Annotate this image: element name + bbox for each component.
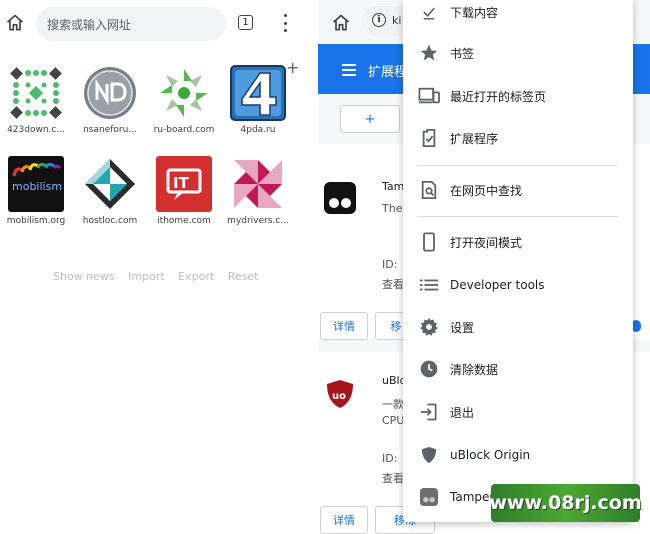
clock-icon xyxy=(420,360,438,378)
info-icon[interactable]: i xyxy=(372,13,386,27)
menu-item-night-mode[interactable]: 打开夜间模式 xyxy=(403,224,633,260)
4pda-logo xyxy=(230,65,286,121)
check-icon xyxy=(423,7,435,20)
speed-dial-tile[interactable]: ru-board.com xyxy=(148,65,220,135)
menu-item-label: 在网页中查找 xyxy=(450,183,523,198)
new-tab-page: 搜索或输入网址 1 423down.c... nsaneforu... ru-b… xyxy=(0,0,318,532)
ublock-origin-icon: uo xyxy=(327,380,353,408)
overflow-menu-button[interactable] xyxy=(279,12,291,34)
hamburger-menu-icon[interactable] xyxy=(342,64,356,79)
extension-description: The xyxy=(382,202,403,215)
speed-dial-tile[interactable]: nsaneforu... xyxy=(74,65,146,135)
view-label[interactable]: 查看 xyxy=(382,470,404,486)
menu-item-exit[interactable]: 退出 xyxy=(403,394,633,430)
home-button[interactable] xyxy=(2,10,28,36)
menu-item-label: 设置 xyxy=(450,320,475,335)
tile-label: mydrivers.c... xyxy=(227,216,289,226)
menu-item-downloads[interactable]: 下载内容 xyxy=(403,0,633,30)
speed-dial-tile[interactable]: IT ithome.com xyxy=(148,156,220,226)
svg-text:IT: IT xyxy=(173,174,190,192)
details-button[interactable]: 详情 xyxy=(320,506,368,534)
speed-dial-tile[interactable]: hostloc.com xyxy=(74,156,146,226)
watermark-text: www.08rj.com xyxy=(489,492,642,514)
list-icon xyxy=(419,279,439,291)
add-tile-button[interactable]: + xyxy=(286,58,299,77)
menu-item-recent-tabs[interactable]: 最近打开的标签页 xyxy=(403,78,633,114)
show-news-link[interactable]: Show news xyxy=(53,270,115,283)
menu-item-extensions[interactable]: 扩展程序 xyxy=(403,120,633,156)
extension-name: Tam xyxy=(382,180,405,193)
423down-logo xyxy=(8,65,64,121)
view-label[interactable]: 查看 xyxy=(382,276,404,292)
mydrivers-logo xyxy=(230,156,286,212)
menu-item-label: uBlock Origin xyxy=(450,448,531,462)
import-link[interactable]: Import xyxy=(128,270,165,283)
extension-description: 一款 xyxy=(382,398,404,411)
reset-link[interactable]: Reset xyxy=(228,270,259,283)
browser-overflow-menu: 下载内容 书签 最近打开的标签页 扩展程序 在网页中查找 打开夜间模式 Deve… xyxy=(403,0,633,522)
tile-label: nsaneforu... xyxy=(83,125,137,135)
tampermonkey-icon xyxy=(324,182,356,214)
menu-item-label: 清除数据 xyxy=(450,362,499,377)
tampermonkey-icon xyxy=(420,488,438,506)
devices-icon xyxy=(418,87,440,104)
extension-id-label: ID: xyxy=(382,258,398,271)
menu-item-label: 退出 xyxy=(450,405,475,420)
gear-icon xyxy=(420,317,438,336)
nsane-logo xyxy=(82,65,138,121)
menu-item-developer-tools[interactable]: Developer tools xyxy=(403,267,633,303)
address-bar-placeholder: 搜索或输入网址 xyxy=(47,18,132,32)
tile-label: ru-board.com xyxy=(153,125,215,135)
tile-label: ithome.com xyxy=(157,216,211,226)
menu-item-find-in-page[interactable]: 在网页中查找 xyxy=(403,172,633,208)
extensions-title: 扩展程 xyxy=(368,65,408,80)
shield-icon xyxy=(421,447,437,463)
menu-item-ublock-origin[interactable]: uBlock Origin xyxy=(403,437,633,473)
speed-dial-tile[interactable]: mobilism mobilism.org xyxy=(0,156,72,226)
menu-item-label: 最近打开的标签页 xyxy=(450,89,547,104)
address-bar-url: ki xyxy=(392,14,402,27)
export-link[interactable]: Export xyxy=(178,270,214,283)
hostloc-logo xyxy=(82,156,138,212)
speed-dial-tile[interactable]: 423down.c... xyxy=(0,65,72,135)
menu-item-label: 扩展程序 xyxy=(450,131,499,146)
tile-label: mobilism.org xyxy=(6,216,66,226)
tile-label: hostloc.com xyxy=(82,216,138,226)
menu-item-label: 打开夜间模式 xyxy=(450,235,523,250)
menu-item-clear-data[interactable]: 清除数据 xyxy=(403,351,633,387)
tile-label: 423down.c... xyxy=(7,125,65,135)
extension-id-label: ID: xyxy=(382,452,398,465)
home-icon xyxy=(332,14,350,31)
phone-icon xyxy=(423,232,435,252)
extension-description-cpu: CPU xyxy=(382,414,405,427)
speed-dial-tile[interactable]: mydrivers.c... xyxy=(222,156,294,226)
ntp-footer-links: Show news Import Export Reset xyxy=(53,270,268,283)
tab-switcher-button[interactable]: 1 xyxy=(238,15,253,30)
svg-text:uo: uo xyxy=(332,391,346,402)
details-button[interactable]: 详情 xyxy=(320,312,368,340)
exit-icon xyxy=(420,403,437,421)
svg-text:mobilism: mobilism xyxy=(12,180,62,193)
add-extension-button[interactable]: + xyxy=(340,105,400,133)
ithome-logo: IT xyxy=(156,156,212,212)
menu-item-bookmarks[interactable]: 书签 xyxy=(403,35,633,71)
home-button[interactable] xyxy=(328,10,354,36)
tile-label: 4pda.ru xyxy=(240,125,276,135)
home-icon xyxy=(6,14,24,31)
menu-item-label: 下载内容 xyxy=(450,5,499,20)
mobilism-logo: mobilism xyxy=(8,156,64,212)
star-icon xyxy=(420,44,438,61)
tab-count: 1 xyxy=(242,17,249,28)
ru-board-logo xyxy=(156,65,212,121)
watermark: www.08rj.com xyxy=(489,484,642,522)
menu-item-label: Developer tools xyxy=(450,278,545,292)
menu-item-label: 书签 xyxy=(450,46,475,61)
extension-check-icon xyxy=(422,129,436,147)
menu-item-settings[interactable]: 设置 xyxy=(403,309,633,345)
address-bar[interactable]: 搜索或输入网址 xyxy=(36,7,226,41)
menu-separator xyxy=(417,216,618,217)
find-in-page-icon xyxy=(421,181,437,199)
speed-dial-tile[interactable]: 4pda.ru xyxy=(222,65,294,135)
menu-separator xyxy=(417,165,618,166)
